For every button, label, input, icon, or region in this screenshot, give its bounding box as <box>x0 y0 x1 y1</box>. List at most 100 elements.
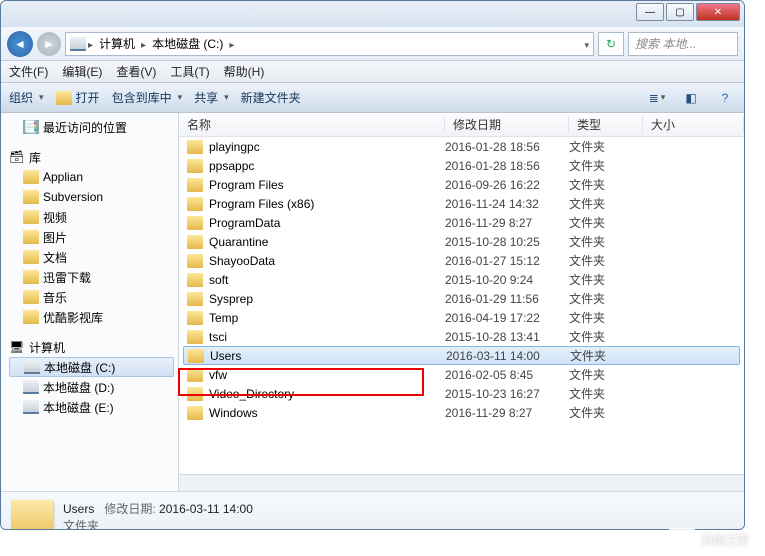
open-button[interactable]: 打开 <box>56 89 100 106</box>
menu-help[interactable]: 帮助(H) <box>224 63 265 80</box>
horizontal-scrollbar[interactable] <box>179 474 744 491</box>
table-row[interactable]: Video_Directory2015-10-23 16:27文件夹 <box>179 384 744 403</box>
sidebar-item[interactable]: 视频 <box>9 207 178 227</box>
table-row[interactable]: Windows2016-11-29 8:27文件夹 <box>179 403 744 422</box>
chevron-right-icon[interactable] <box>229 37 234 51</box>
table-row[interactable]: ShayooData2016-01-27 15:12文件夹 <box>179 251 744 270</box>
folder-icon <box>188 349 204 363</box>
table-row[interactable]: Quarantine2015-10-28 10:25文件夹 <box>179 232 744 251</box>
maximize-button[interactable]: ▢ <box>666 3 694 21</box>
sidebar-item[interactable]: Applian <box>9 167 178 187</box>
table-row[interactable]: Users2016-03-11 14:00文件夹 <box>183 346 740 365</box>
menu-view[interactable]: 查看(V) <box>116 63 156 80</box>
file-date: 2016-11-24 14:32 <box>445 197 569 211</box>
sidebar[interactable]: 📑最近访问的位置 🗃库 Applian Subversion 视频图片文档迅雷下载音… <box>1 113 179 491</box>
sidebar-item[interactable]: Subversion <box>9 187 178 207</box>
col-name[interactable]: 名称 <box>179 116 445 133</box>
col-size[interactable]: 大小 <box>643 116 744 133</box>
titlebar: — ▢ ✕ <box>1 1 744 27</box>
column-headers: 名称 修改日期 类型 大小 <box>179 113 744 137</box>
preview-pane-button[interactable]: ◧ <box>680 89 702 107</box>
crumb-computer[interactable]: 计算机 <box>95 35 139 52</box>
library-icon: 🗃 <box>9 150 25 164</box>
crumb-drive-c[interactable]: 本地磁盘 (C:) <box>148 35 227 52</box>
file-date: 2016-09-26 16:22 <box>445 178 569 192</box>
sidebar-recent[interactable]: 📑最近访问的位置 <box>9 117 178 137</box>
details-text: Users 修改日期: 2016-03-11 14:00 文件夹 <box>63 500 253 531</box>
details-date: 2016-03-11 14:00 <box>159 502 253 516</box>
sidebar-drive[interactable]: 本地磁盘 (E:) <box>9 397 178 417</box>
sidebar-item-label: 文档 <box>43 249 67 266</box>
folder-icon <box>187 178 203 192</box>
refresh-button[interactable]: ↻ <box>598 32 624 56</box>
table-row[interactable]: Program Files2016-09-26 16:22文件夹 <box>179 175 744 194</box>
table-row[interactable]: ppsappc2016-01-28 18:56文件夹 <box>179 156 744 175</box>
folder-icon <box>187 216 203 230</box>
table-row[interactable]: vfw2016-02-05 8:45文件夹 <box>179 365 744 384</box>
sidebar-item-label: Subversion <box>43 190 103 204</box>
menubar: 文件(F) 编辑(E) 查看(V) 工具(T) 帮助(H) <box>1 61 744 83</box>
organize-button[interactable]: 组织 <box>9 89 44 106</box>
col-type[interactable]: 类型 <box>569 116 643 133</box>
sidebar-item-label: 本地磁盘 (C:) <box>44 359 115 376</box>
sidebar-drive[interactable]: 本地磁盘 (C:) <box>9 357 174 377</box>
folder-icon <box>187 330 203 344</box>
table-row[interactable]: playingpc2016-01-28 18:56文件夹 <box>179 137 744 156</box>
menu-edit[interactable]: 编辑(E) <box>62 63 102 80</box>
table-row[interactable]: tsci2015-10-28 13:41文件夹 <box>179 327 744 346</box>
sidebar-item-label: 本地磁盘 (D:) <box>43 379 114 396</box>
file-name: Temp <box>209 311 238 325</box>
sidebar-item[interactable]: 文档 <box>9 247 178 267</box>
details-pane: Users 修改日期: 2016-03-11 14:00 文件夹 <box>1 491 744 530</box>
close-button[interactable]: ✕ <box>696 3 740 21</box>
disk-icon <box>24 360 40 374</box>
chevron-right-icon[interactable] <box>88 37 93 51</box>
folder-icon <box>23 190 39 204</box>
file-type: 文件夹 <box>569 176 643 193</box>
file-date: 2015-10-28 10:25 <box>445 235 569 249</box>
menu-tools[interactable]: 工具(T) <box>170 63 209 80</box>
file-date: 2015-10-20 9:24 <box>445 273 569 287</box>
sidebar-item[interactable]: 图片 <box>9 227 178 247</box>
folder-icon <box>187 368 203 382</box>
sidebar-item[interactable]: 优酷影视库 <box>9 307 178 327</box>
folder-icon <box>23 250 39 264</box>
share-button[interactable]: 共享 <box>194 89 229 106</box>
watermark-text: 系统之家 <box>701 531 749 548</box>
sidebar-item-label: 视频 <box>43 209 67 226</box>
details-name: Users <box>63 502 94 516</box>
table-row[interactable]: Program Files (x86)2016-11-24 14:32文件夹 <box>179 194 744 213</box>
include-library-button[interactable]: 包含到库中 <box>112 89 183 106</box>
table-row[interactable]: Temp2016-04-19 17:22文件夹 <box>179 308 744 327</box>
file-type: 文件夹 <box>569 404 643 421</box>
table-row[interactable]: Sysprep2016-01-29 11:56文件夹 <box>179 289 744 308</box>
table-row[interactable]: soft2015-10-20 9:24文件夹 <box>179 270 744 289</box>
menu-file[interactable]: 文件(F) <box>9 63 48 80</box>
help-button[interactable]: ? <box>714 89 736 107</box>
folder-icon <box>23 310 39 324</box>
folder-icon <box>11 500 53 531</box>
toolbar: 组织 打开 包含到库中 共享 新建文件夹 ≣ ◧ ? <box>1 83 744 113</box>
minimize-button[interactable]: — <box>636 3 664 21</box>
view-options-button[interactable]: ≣ <box>646 89 668 107</box>
col-date[interactable]: 修改日期 <box>445 116 569 133</box>
nav-forward-button[interactable]: ► <box>37 32 61 56</box>
nav-back-button[interactable]: ◄ <box>7 31 33 57</box>
new-folder-button[interactable]: 新建文件夹 <box>241 89 301 106</box>
breadcrumb[interactable]: 计算机 本地磁盘 (C:) <box>65 32 594 56</box>
sidebar-libraries[interactable]: 🗃库 <box>9 147 178 167</box>
computer-icon <box>70 37 86 51</box>
sidebar-item[interactable]: 迅雷下载 <box>9 267 178 287</box>
file-type: 文件夹 <box>569 138 643 155</box>
file-list[interactable]: playingpc2016-01-28 18:56文件夹ppsappc2016-… <box>179 137 744 474</box>
chevron-right-icon[interactable] <box>141 37 146 51</box>
search-input[interactable]: 搜索 本地... <box>628 32 738 56</box>
table-row[interactable]: ProgramData2016-11-29 8:27文件夹 <box>179 213 744 232</box>
sidebar-item[interactable]: 音乐 <box>9 287 178 307</box>
chevron-down-icon[interactable] <box>582 37 589 51</box>
sidebar-drive[interactable]: 本地磁盘 (D:) <box>9 377 178 397</box>
file-name: playingpc <box>209 140 260 154</box>
file-type: 文件夹 <box>570 347 644 364</box>
sidebar-computer[interactable]: 🖥计算机 <box>9 337 178 357</box>
folder-icon <box>187 235 203 249</box>
